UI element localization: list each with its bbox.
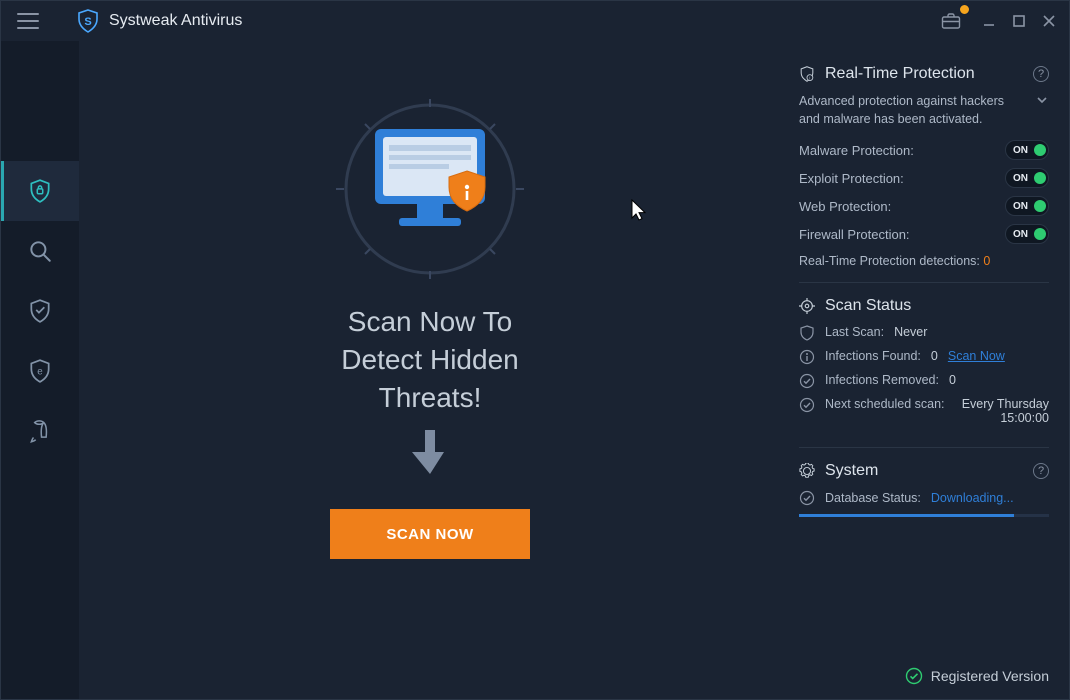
rtp-detections-row: Real-Time Protection detections: 0 [799, 254, 1049, 268]
scan-now-link[interactable]: Scan Now [948, 349, 1005, 363]
firewall-protection-label: Firewall Protection: [799, 227, 910, 242]
malware-protection-label: Malware Protection: [799, 143, 914, 158]
infections-removed-value: 0 [949, 373, 956, 387]
alert-badge-icon [959, 4, 970, 15]
search-icon [27, 238, 53, 264]
rtp-description: Advanced protection against hackers and … [799, 93, 1027, 128]
last-scan-label: Last Scan: [825, 325, 884, 339]
svg-text:S: S [84, 16, 91, 28]
close-button[interactable] [1035, 7, 1063, 35]
system-help-button[interactable]: ? [1033, 463, 1049, 479]
db-download-progress [799, 514, 1049, 517]
section-realtime-protection: i Real-Time Protection ? Advanced protec… [799, 65, 1049, 283]
shield-lock-icon [27, 178, 53, 204]
shield-logo-icon: S [77, 9, 99, 33]
scan-prompt-panel: Scan Now To Detect Hidden Threats! SCAN … [79, 41, 781, 699]
registered-version-label: Registered Version [931, 668, 1049, 684]
minimize-button[interactable] [975, 7, 1003, 35]
section-scan-status: Scan Status Last Scan: Never Infections … [799, 297, 1049, 448]
hamburger-icon [17, 13, 39, 29]
scan-heading-line1: Scan Now To [348, 306, 512, 337]
app-logo: S Systweak Antivirus [77, 9, 242, 33]
toggle-row-web: Web Protection: ON [799, 196, 1049, 216]
toggle-row-firewall: Firewall Protection: ON [799, 224, 1049, 244]
web-protection-label: Web Protection: [799, 199, 891, 214]
section-system: System ? Database Status: Downloading... [799, 462, 1049, 531]
sidebar: e [1, 41, 79, 699]
check-circle-icon [799, 490, 815, 506]
sidebar-item-quarantine[interactable] [1, 281, 79, 341]
maximize-icon [1012, 14, 1026, 28]
firewall-protection-toggle[interactable]: ON [1005, 224, 1049, 244]
svg-text:e: e [37, 366, 42, 377]
target-icon [799, 298, 815, 314]
check-circle-icon [799, 373, 815, 389]
rtp-detections-value: 0 [983, 254, 990, 268]
app-body: e [1, 41, 1069, 699]
arrow-down-icon [412, 428, 448, 481]
web-protection-toggle[interactable]: ON [1005, 196, 1049, 216]
rocket-icon [27, 418, 53, 444]
app-window: S Systweak Antivirus [0, 0, 1070, 700]
next-scan-value: Every Thursday 15:00:00 [955, 397, 1049, 425]
sidebar-item-scan[interactable] [1, 221, 79, 281]
scan-heading: Scan Now To Detect Hidden Threats! [341, 303, 518, 416]
rtp-title: Real-Time Protection [825, 65, 975, 83]
check-circle-icon [799, 397, 815, 413]
briefcase-icon [941, 12, 961, 30]
maximize-button[interactable] [1005, 7, 1033, 35]
hero-illustration [310, 89, 550, 289]
close-icon [1042, 14, 1056, 28]
shield-info-icon: i [799, 66, 815, 82]
toggle-row-exploit: Exploit Protection: ON [799, 168, 1049, 188]
last-scan-value: Never [894, 325, 927, 339]
rtp-detections-label: Real-Time Protection detections: [799, 254, 980, 268]
toggle-row-malware: Malware Protection: ON [799, 140, 1049, 160]
main-area: Scan Now To Detect Hidden Threats! SCAN … [79, 41, 1069, 699]
sidebar-item-protection[interactable] [1, 161, 79, 221]
db-status-label: Database Status: [825, 491, 921, 505]
scan-heading-line2: Detect Hidden [341, 344, 518, 375]
sidebar-item-privacy[interactable]: e [1, 341, 79, 401]
infections-found-value: 0 [931, 349, 938, 363]
footer-registered: Registered Version [905, 667, 1049, 685]
sidebar-item-boost[interactable] [1, 401, 79, 461]
briefcase-alert-button[interactable] [937, 7, 965, 35]
infections-removed-label: Infections Removed: [825, 373, 939, 387]
scan-heading-line3: Threats! [379, 382, 482, 413]
svg-text:i: i [809, 75, 810, 80]
chevron-down-icon[interactable] [1035, 93, 1049, 113]
rtp-help-button[interactable]: ? [1033, 66, 1049, 82]
scan-status-title: Scan Status [825, 297, 911, 315]
window-controls [937, 7, 1063, 35]
shield-e-icon: e [27, 358, 53, 384]
scan-now-button[interactable]: SCAN NOW [330, 509, 530, 559]
status-panel: i Real-Time Protection ? Advanced protec… [781, 41, 1069, 699]
infections-found-label: Infections Found: [825, 349, 921, 363]
info-circle-icon [799, 349, 815, 365]
shield-check-icon [27, 298, 53, 324]
minimize-icon [982, 14, 996, 28]
title-bar: S Systweak Antivirus [1, 1, 1069, 41]
next-scan-label: Next scheduled scan: [825, 397, 945, 411]
shield-small-icon [799, 325, 815, 341]
dial-ring-icon [310, 89, 550, 289]
system-title: System [825, 462, 878, 480]
malware-protection-toggle[interactable]: ON [1005, 140, 1049, 160]
app-title: Systweak Antivirus [109, 12, 242, 30]
exploit-protection-toggle[interactable]: ON [1005, 168, 1049, 188]
hamburger-menu-button[interactable] [1, 1, 55, 41]
check-circle-icon [905, 667, 923, 685]
exploit-protection-label: Exploit Protection: [799, 171, 904, 186]
gear-icon [799, 463, 815, 479]
db-status-value: Downloading... [931, 491, 1014, 505]
